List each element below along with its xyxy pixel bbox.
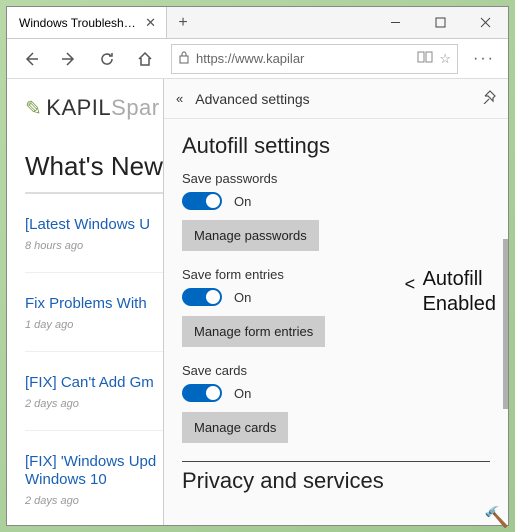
post-link[interactable]: [Latest Windows U <box>25 216 150 233</box>
logo-text-2: Spar <box>111 95 159 121</box>
pin-icon[interactable] <box>482 90 496 107</box>
save-passwords-toggle-row: On <box>182 192 490 210</box>
scrollbar[interactable] <box>503 239 508 409</box>
back-button[interactable] <box>13 41 49 77</box>
manage-cards-button[interactable]: Manage cards <box>182 412 288 443</box>
toggle-state: On <box>234 290 251 305</box>
browser-tab[interactable]: Windows Troubleshooti ✕ <box>7 7 167 38</box>
new-tab-button[interactable]: + <box>167 7 199 38</box>
tab-title: Windows Troubleshooti <box>19 16 137 30</box>
panel-title: Advanced settings <box>195 91 309 107</box>
close-window-button[interactable] <box>463 7 508 38</box>
save-cards-toggle-row: On <box>182 384 490 402</box>
address-bar[interactable]: https://www.kapilar ☆ <box>171 44 458 74</box>
forward-button[interactable] <box>51 41 87 77</box>
leaf-icon: ✎ <box>25 96 42 121</box>
manage-passwords-button[interactable]: Manage passwords <box>182 220 319 251</box>
save-form-toggle-row: On <box>182 288 490 306</box>
hammer-icon: 🔨 <box>484 505 509 530</box>
url-text: https://www.kapilar <box>196 51 411 66</box>
home-button[interactable] <box>127 41 163 77</box>
window-controls <box>373 7 508 38</box>
post-link[interactable]: [FIX] 'Windows UpdWindows 10 <box>25 453 156 488</box>
settings-panel: « Advanced settings Autofill settings Sa… <box>163 79 508 525</box>
section-divider <box>182 461 490 462</box>
minimize-button[interactable] <box>373 7 418 38</box>
panel-back-button[interactable]: « <box>176 91 183 106</box>
save-cards-label: Save cards <box>182 363 490 378</box>
panel-body[interactable]: Autofill settings Save passwords On Mana… <box>164 119 508 525</box>
panel-header: « Advanced settings <box>164 79 508 119</box>
refresh-button[interactable] <box>89 41 125 77</box>
save-passwords-label: Save passwords <box>182 171 490 186</box>
close-icon[interactable]: ✕ <box>145 15 156 31</box>
maximize-button[interactable] <box>418 7 463 38</box>
post-link[interactable]: Fix Problems With <box>25 295 147 312</box>
manage-form-button[interactable]: Manage form entries <box>182 316 325 347</box>
navbar: https://www.kapilar ☆ ··· <box>7 39 508 79</box>
post-link[interactable]: [FIX] Can't Add Gm <box>25 374 154 391</box>
lock-icon <box>178 50 190 67</box>
logo-text-1: KAPIL <box>46 95 111 121</box>
content-area: ✎ KAPILSpar What's New [Latest Windows U… <box>7 79 508 525</box>
save-form-toggle[interactable] <box>182 288 222 306</box>
save-passwords-toggle[interactable] <box>182 192 222 210</box>
privacy-heading: Privacy and services <box>182 468 490 494</box>
toggle-state: On <box>234 194 251 209</box>
save-cards-toggle[interactable] <box>182 384 222 402</box>
reading-view-icon[interactable] <box>417 51 433 66</box>
save-form-label: Save form entries <box>182 267 490 282</box>
more-button[interactable]: ··· <box>466 41 502 77</box>
favorite-icon[interactable]: ☆ <box>439 51 451 67</box>
browser-window: Windows Troubleshooti ✕ + https://www.ka… <box>6 6 509 526</box>
autofill-heading: Autofill settings <box>182 133 490 159</box>
toggle-state: On <box>234 386 251 401</box>
titlebar: Windows Troubleshooti ✕ + <box>7 7 508 39</box>
